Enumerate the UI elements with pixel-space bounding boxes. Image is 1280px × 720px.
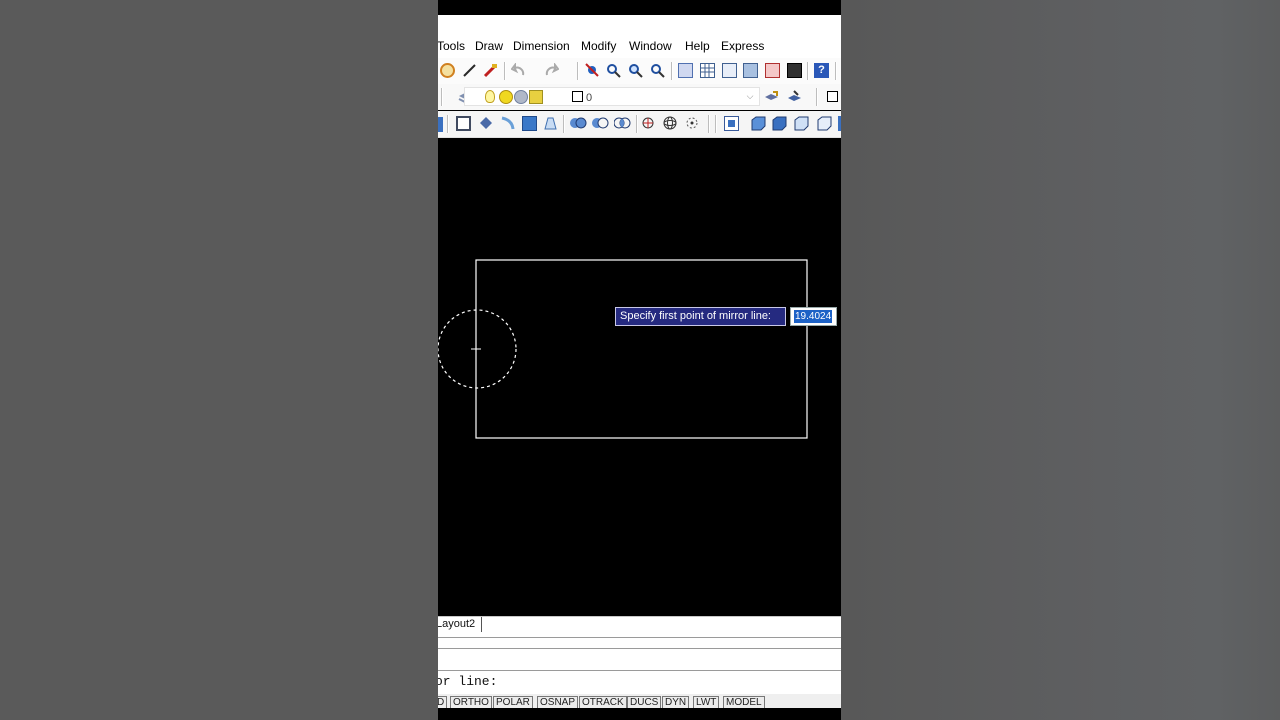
union-icon[interactable]	[570, 116, 587, 131]
modeling-toolbar	[438, 111, 841, 139]
named-views-icon[interactable]	[838, 116, 841, 131]
command-prompt-text: or line:	[438, 674, 498, 689]
command-history-divider	[438, 637, 841, 638]
toolbar-separator	[441, 88, 443, 106]
status-button-model[interactable]: MODEL	[723, 696, 765, 708]
video-backdrop-right	[841, 0, 1280, 720]
layer-dropdown[interactable]: 0 ⌵	[464, 87, 760, 106]
ucs-icon[interactable]	[438, 117, 443, 132]
menu-dimension[interactable]: Dimension	[513, 39, 570, 53]
command-line-window[interactable]: or line:	[438, 634, 841, 694]
toolbar-separator	[577, 62, 579, 80]
cad-application-window: Tools Draw Dimension Modify Window Help …	[438, 0, 841, 720]
status-button-polar[interactable]: POLAR	[493, 696, 533, 708]
intersect-icon[interactable]	[613, 116, 631, 131]
menu-express[interactable]: Express	[721, 39, 764, 53]
lightbulb-icon[interactable]	[485, 90, 495, 103]
tab-layout2[interactable]: Layout2	[438, 617, 483, 632]
status-button-lwt[interactable]: LWT	[693, 696, 720, 708]
design-center-icon[interactable]	[700, 63, 715, 78]
dynamic-input-field[interactable]: 19.4024	[790, 307, 837, 326]
front-view-icon[interactable]	[751, 116, 766, 131]
revolve-icon[interactable]	[479, 116, 494, 131]
redo-icon[interactable]	[544, 62, 560, 78]
status-button-otrack[interactable]: OTRACK	[579, 696, 627, 708]
rectangle-geometry[interactable]	[475, 259, 808, 439]
menu-window[interactable]: Window	[629, 39, 672, 53]
command-history-divider	[438, 648, 841, 649]
right-view-icon[interactable]	[772, 116, 787, 131]
drawing-canvas[interactable]	[438, 138, 841, 616]
tool-palettes-icon[interactable]	[722, 63, 737, 78]
subtract-icon[interactable]	[592, 116, 609, 131]
zoom-realtime-icon[interactable]	[606, 63, 621, 78]
3d-continuous-orbit-icon[interactable]	[685, 116, 700, 131]
status-button-dyn[interactable]: DYN	[662, 696, 690, 708]
match-properties-icon[interactable]	[483, 63, 498, 78]
status-button-ortho[interactable]: ORTHO	[450, 696, 492, 708]
status-button-osnap[interactable]: OSNAP	[537, 696, 579, 708]
properties-icon[interactable]	[678, 63, 693, 78]
standard-toolbar: ?	[438, 58, 841, 84]
chevron-down-icon[interactable]: ⌵	[744, 90, 756, 103]
menu-tools[interactable]: Tools	[438, 39, 465, 53]
sweep-icon[interactable]	[500, 116, 515, 131]
toolbar-separator	[835, 62, 837, 80]
color-swatch-icon	[572, 91, 583, 102]
pencil-icon[interactable]	[462, 63, 477, 78]
pan-icon[interactable]	[585, 63, 600, 78]
status-button-ducs[interactable]: DUCS	[627, 696, 662, 708]
zoom-window-icon[interactable]	[628, 63, 643, 78]
markup-icon[interactable]	[765, 63, 780, 78]
loft-icon[interactable]	[522, 116, 537, 131]
zoom-previous-icon[interactable]	[650, 63, 665, 78]
calculator-icon[interactable]	[787, 63, 802, 78]
menu-bar: Tools Draw Dimension Modify Window Help …	[438, 15, 841, 58]
help-icon[interactable]: ?	[814, 63, 829, 78]
title-bar	[438, 0, 841, 15]
current-layer-name: 0	[586, 92, 593, 104]
top-view-icon[interactable]	[724, 116, 739, 131]
hatch-icon[interactable]	[440, 63, 455, 78]
presspull-icon[interactable]	[543, 116, 558, 131]
extrude-icon[interactable]	[456, 116, 471, 131]
undo-icon[interactable]	[510, 62, 526, 78]
3d-free-orbit-icon[interactable]	[663, 116, 678, 131]
menu-help[interactable]: Help	[685, 39, 710, 53]
video-backdrop-left	[0, 0, 438, 720]
layout-tabs-bar: Layout2	[438, 616, 841, 635]
status-bar: D ORTHO POLAR OSNAP OTRACK DUCS DYN LWT …	[438, 694, 841, 708]
toolbar-separator	[816, 88, 818, 106]
layer-previous-icon[interactable]	[787, 90, 802, 105]
video-letterbox-bottom	[438, 708, 841, 720]
toolbar-separator	[671, 62, 673, 80]
layers-toolbar: 0 ⌵	[438, 84, 841, 110]
iso-view-icon[interactable]	[794, 116, 809, 131]
command-history-divider	[438, 670, 841, 671]
freeze-icon[interactable]	[514, 90, 528, 104]
toolbar-separator	[715, 115, 717, 133]
lock-icon[interactable]	[529, 90, 543, 104]
color-control-icon[interactable]	[827, 91, 838, 102]
toolbar-separator	[636, 115, 638, 133]
toolbar-separator	[447, 115, 449, 133]
toolbar-separator	[563, 115, 565, 133]
3d-orbit-icon[interactable]	[641, 116, 656, 131]
dynamic-input-value[interactable]: 19.4024	[794, 310, 833, 323]
dynamic-input-prompt: Specify first point of mirror line:	[615, 307, 786, 326]
sw-iso-view-icon[interactable]	[817, 116, 832, 131]
sheet-set-icon[interactable]	[743, 63, 758, 78]
menu-draw[interactable]: Draw	[475, 39, 503, 53]
sun-icon[interactable]	[499, 90, 513, 104]
toolbar-separator	[708, 115, 710, 133]
toolbar-separator	[807, 62, 809, 80]
toolbar-separator	[504, 62, 506, 80]
status-button-snap[interactable]: D	[438, 696, 448, 708]
menu-modify[interactable]: Modify	[581, 39, 616, 53]
make-current-icon[interactable]	[764, 90, 779, 105]
